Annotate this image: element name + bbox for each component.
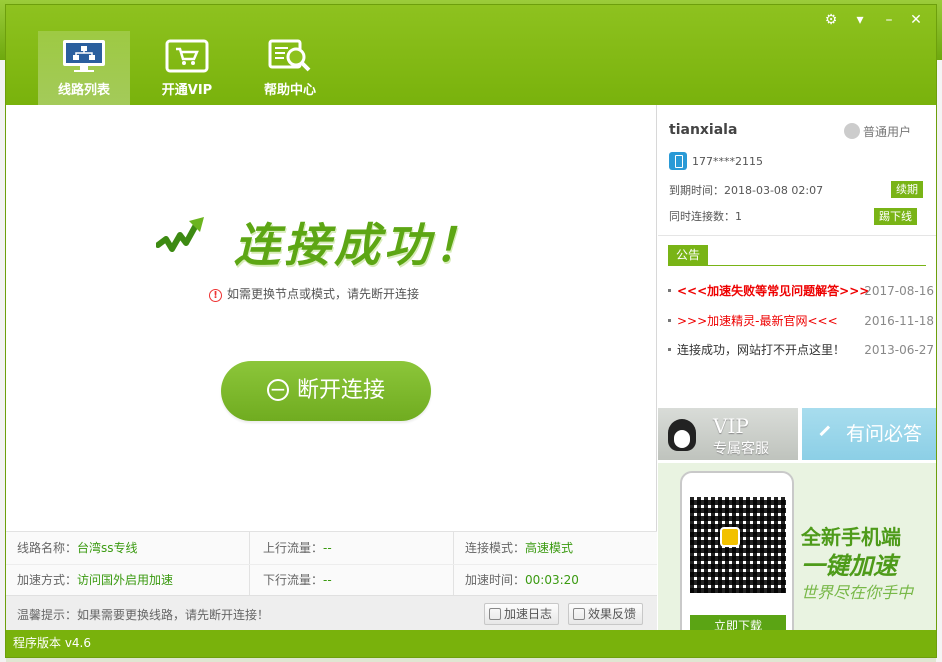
field-value: 访问国外启用加速 xyxy=(77,573,174,587)
side-panel: tianxiala 普通用户 177****2115 到期时间：2018-03-… xyxy=(658,105,936,630)
network-monitor-icon xyxy=(63,40,105,72)
field-value: 台湾ss专线 xyxy=(77,541,138,555)
close-icon[interactable]: ✕ xyxy=(907,11,925,29)
accel-time-field: 加速时间：00:03:20 xyxy=(465,564,579,596)
notice-date: 2016-11-18 xyxy=(864,314,934,328)
notice-item[interactable]: <<<加速失败等常见问题解答>>> 2017-08-16 xyxy=(668,283,934,299)
download-traffic-field: 下行流量：-- xyxy=(263,564,332,596)
disconnect-button[interactable]: − 断开连接 xyxy=(221,361,431,421)
warning-icon: ! xyxy=(209,289,222,302)
expire-row: 到期时间：2018-03-08 02:07 xyxy=(669,182,823,198)
bullet-icon xyxy=(668,319,671,322)
version-text: 程序版本 v4.6 xyxy=(13,636,92,650)
connection-info-grid: 线路名称：台湾ss专线 上行流量：-- 连接模式：高速模式 加速方式：访问国外启… xyxy=(6,531,657,596)
notice-date: 2017-08-16 xyxy=(864,284,934,298)
disconnect-button-label: 断开连接 xyxy=(296,378,385,403)
notice-title[interactable]: >>>加速精灵-最新官网<<< xyxy=(677,314,838,328)
field-label: 连接模式： xyxy=(465,541,526,555)
header-bar: 线路列表 开通VIP 帮助中心 ⚙ ▾ – ✕ xyxy=(6,5,936,105)
button-label: 加速日志 xyxy=(504,607,553,621)
promo-line-2: 一键加速 xyxy=(801,552,897,580)
user-type-badge: 普通用户 xyxy=(844,123,911,140)
connection-mode-field: 连接模式：高速模式 xyxy=(465,532,573,564)
field-value: 00:03:20 xyxy=(525,573,579,587)
qr-logo-icon xyxy=(720,527,740,547)
accel-log-button[interactable]: 加速日志 xyxy=(484,603,560,625)
phone-number: 177****2115 xyxy=(692,155,763,168)
connections-value: 1 xyxy=(735,210,742,223)
connection-status-title: 连接成功！ xyxy=(234,218,484,272)
phone-mockup: 立即下载 xyxy=(680,471,794,630)
bullet-icon xyxy=(668,348,671,351)
upload-traffic-field: 上行流量：-- xyxy=(263,532,332,564)
field-label: 加速时间： xyxy=(465,573,526,587)
tab-label: 帮助中心 xyxy=(263,83,316,98)
feedback-icon xyxy=(573,608,585,620)
log-icon xyxy=(489,608,501,620)
connections-row: 同时连接数：1 xyxy=(669,208,742,224)
success-arrow-icon xyxy=(156,217,204,252)
field-value: -- xyxy=(323,541,332,555)
download-now-button[interactable]: 立即下载 xyxy=(690,615,786,630)
field-value: 高速模式 xyxy=(525,541,574,555)
status-footer: 程序版本 v4.6 xyxy=(6,630,936,657)
ask-label: 有问必答 xyxy=(846,423,923,445)
vip-service-button[interactable]: VIP 专属客服 xyxy=(658,408,798,460)
renew-button[interactable]: 续期 xyxy=(891,181,923,198)
tab-open-vip[interactable]: 开通VIP xyxy=(141,31,233,105)
username: tianxiala xyxy=(669,122,738,138)
line-name-field: 线路名称：台湾ss专线 xyxy=(17,532,138,564)
accel-method-field: 加速方式：访问国外启用加速 xyxy=(17,564,173,596)
tab-line-list[interactable]: 线路列表 xyxy=(38,31,130,105)
field-label: 线路名称： xyxy=(17,541,78,555)
kick-offline-button[interactable]: 踢下线 xyxy=(874,208,917,225)
shopping-cart-icon xyxy=(165,39,209,73)
notice-item[interactable]: >>>加速精灵-最新官网<<< 2016-11-18 xyxy=(668,313,934,329)
phone-icon xyxy=(669,152,687,170)
minimize-icon[interactable]: – xyxy=(880,11,898,29)
field-label: 加速方式： xyxy=(17,573,78,587)
tip-bar: 温馨提示：如果需要更换线路，请先断开连接！ 加速日志 效果反馈 xyxy=(6,595,657,630)
app-window: 线路列表 开通VIP 帮助中心 ⚙ ▾ – ✕ 连接成功！ ! 如需更换节点或模… xyxy=(5,4,937,658)
disconnect-hint: ! 如需更换节点或模式，请先断开连接 xyxy=(209,285,419,302)
expire-label: 到期时间： xyxy=(669,184,724,197)
qq-penguin-icon xyxy=(668,419,696,451)
tab-label: 开通VIP xyxy=(161,83,213,98)
feedback-button[interactable]: 效果反馈 xyxy=(568,603,644,625)
divider xyxy=(658,235,936,236)
tab-help-center[interactable]: 帮助中心 xyxy=(244,31,336,105)
mobile-promo-banner[interactable]: 立即下载 全新手机端 一键加速 世界尽在你手中 xyxy=(658,463,936,630)
user-avatar-icon xyxy=(844,123,860,139)
notice-divider xyxy=(668,265,926,266)
field-label: 下行流量： xyxy=(263,573,324,587)
disconnect-hint-text: 如需更换节点或模式，请先断开连接 xyxy=(227,287,420,301)
phone-row: 177****2115 xyxy=(669,152,763,170)
user-type-label: 普通用户 xyxy=(863,125,912,139)
field-value: -- xyxy=(323,573,332,587)
notice-tag: 公告 xyxy=(668,245,708,265)
bullet-icon xyxy=(668,289,671,292)
vip-title: VIP xyxy=(713,414,749,438)
ask-answer-button[interactable]: 有问必答 xyxy=(802,408,936,460)
promo-line-3: 世界尽在你手中 xyxy=(801,583,914,602)
pencil-icon xyxy=(819,425,837,443)
tab-label: 线路列表 xyxy=(57,83,110,98)
main-panel: 连接成功！ ! 如需更换节点或模式，请先断开连接 − 断开连接 线路名称：台湾ss专… xyxy=(6,105,657,630)
button-label: 效果反馈 xyxy=(588,607,637,621)
expire-value: 2018-03-08 02:07 xyxy=(724,184,824,197)
tip-text: 温馨提示：如果需要更换线路，请先断开连接！ xyxy=(17,608,270,622)
minus-circle-icon: − xyxy=(266,379,289,401)
vip-subtitle: 专属客服 xyxy=(713,441,769,457)
field-label: 上行流量： xyxy=(263,541,324,555)
notice-date: 2013-06-27 xyxy=(864,343,934,357)
menu-dropdown-icon[interactable]: ▾ xyxy=(851,11,869,29)
notice-title[interactable]: <<<加速失败等常见问题解答>>> xyxy=(677,284,869,298)
notice-item[interactable]: 连接成功，网站打不开点这里！ 2013-06-27 xyxy=(668,342,934,358)
document-search-icon xyxy=(268,39,311,72)
settings-gear-icon[interactable]: ⚙ xyxy=(822,11,840,29)
connections-label: 同时连接数： xyxy=(669,210,735,223)
notice-title[interactable]: 连接成功，网站打不开点这里！ xyxy=(677,343,845,357)
